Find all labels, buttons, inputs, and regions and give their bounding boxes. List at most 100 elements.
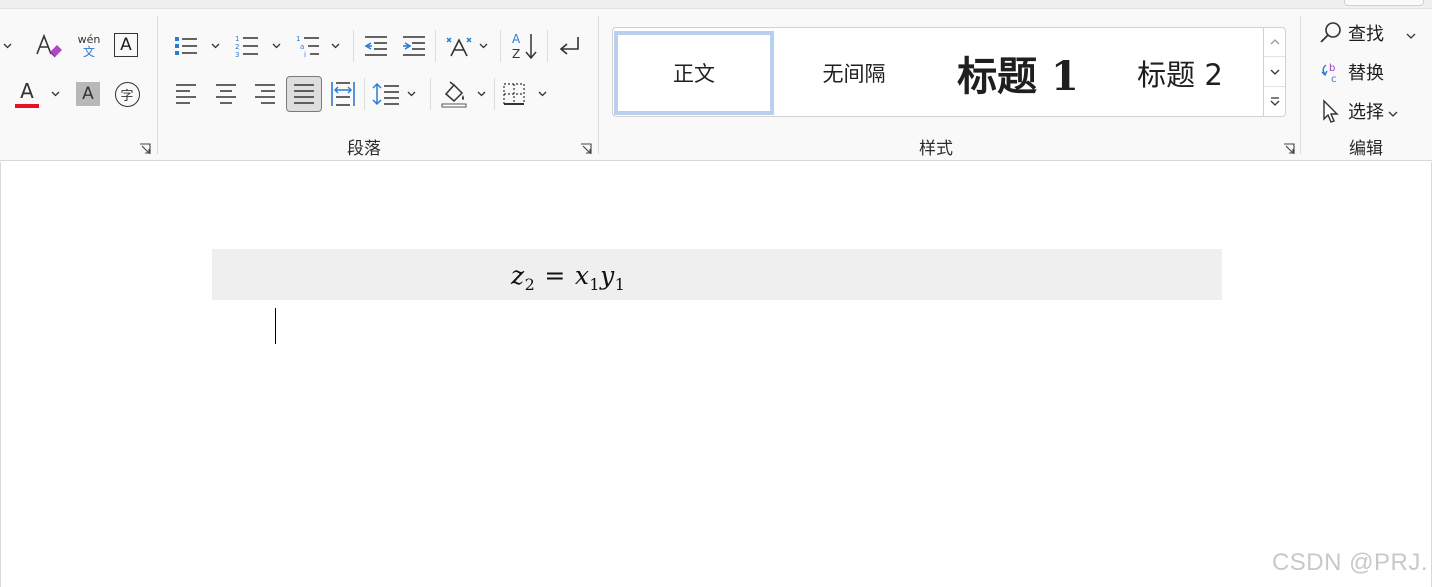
style-heading-1[interactable]: 标题 1 [933, 31, 1103, 115]
decrease-indent-icon [364, 36, 387, 56]
eq-equals: = [544, 261, 566, 290]
svg-text:1: 1 [235, 35, 239, 43]
increase-indent-button[interactable] [400, 32, 428, 60]
enclose-characters-icon: 字 [114, 81, 140, 107]
clear-formatting-icon [36, 33, 62, 58]
styles-gallery: 正文 无间隔 标题 1 标题 2 [612, 27, 1286, 117]
watermark: CSDN @PRJ. [1271, 549, 1428, 576]
decrease-indent-button[interactable] [362, 32, 390, 60]
equation[interactable]: z2 = x1y1 [511, 261, 625, 294]
select-button[interactable]: 选择 [1318, 98, 1398, 124]
shading-dropdown-caret[interactable] [476, 89, 486, 99]
chinese-layout-icon [446, 37, 472, 57]
style-normal[interactable]: 正文 [614, 31, 774, 115]
align-right-button[interactable] [251, 80, 279, 108]
styles-dialog-launcher-icon[interactable] [1283, 140, 1295, 154]
paragraph-group-label: 段落 [347, 139, 381, 159]
gallery-more[interactable] [1264, 87, 1285, 116]
separator [547, 30, 548, 62]
numbering-dropdown-caret[interactable] [271, 41, 281, 51]
gallery-scroll-down[interactable] [1264, 58, 1285, 87]
sort-icon: A Z [512, 32, 537, 61]
borders-dropdown-caret[interactable] [537, 89, 547, 99]
enclose-characters-button[interactable]: 字 [113, 80, 141, 108]
align-left-button[interactable] [172, 80, 200, 108]
distributed-button[interactable] [328, 78, 358, 110]
separator [1300, 16, 1301, 154]
style-no-spacing[interactable]: 无间隔 [779, 31, 929, 115]
find-label: 查找 [1348, 24, 1384, 45]
bullets-icon [175, 37, 197, 55]
clear-formatting-button[interactable] [32, 30, 66, 62]
eq-y: y [600, 261, 615, 290]
font-dialog-launcher-icon[interactable] [139, 140, 151, 154]
separator [364, 78, 365, 110]
font-color-swatch [15, 103, 39, 108]
numbering-icon: 1 2 3 [235, 35, 258, 58]
separator [157, 16, 158, 154]
ribbon-tab-strip [0, 0, 1432, 9]
shading-button[interactable] [440, 78, 468, 110]
separator [353, 30, 354, 62]
style-heading-2-label: 标题 2 [1137, 58, 1223, 92]
align-center-button[interactable] [212, 80, 240, 108]
align-center-icon [216, 84, 236, 104]
phonetic-guide-pinyin: wén [77, 32, 101, 46]
svg-text:c: c [1331, 74, 1337, 84]
chinese-layout-dropdown-caret[interactable] [478, 41, 488, 51]
multilevel-list-button[interactable]: 1 a i [294, 32, 322, 60]
style-heading-2[interactable]: 标题 2 [1105, 31, 1255, 115]
share-button[interactable] [1344, 0, 1424, 6]
borders-button[interactable] [500, 80, 528, 108]
borders-icon [503, 83, 525, 105]
font-size-dropdown-caret[interactable] [2, 41, 12, 51]
multilevel-list-dropdown-caret[interactable] [330, 41, 340, 51]
show-paragraph-marks-button[interactable] [554, 32, 584, 60]
style-heading-1-label: 标题 1 [957, 53, 1079, 100]
bullets-dropdown-caret[interactable] [210, 41, 220, 51]
svg-text:1: 1 [296, 35, 300, 43]
phonetic-guide-button[interactable]: wén 文 [72, 30, 106, 62]
svg-text:b: b [1329, 63, 1335, 74]
style-no-spacing-label: 无间隔 [822, 62, 886, 86]
distributed-icon [331, 82, 355, 106]
font-color-dropdown-caret[interactable] [50, 89, 60, 99]
line-spacing-dropdown-caret[interactable] [406, 89, 416, 99]
chevron-down-icon [1270, 69, 1279, 75]
justify-button[interactable] [286, 76, 322, 112]
document-page[interactable]: z2 = x1y1 CSDN @PRJ. [0, 162, 1432, 587]
chinese-layout-button[interactable] [444, 32, 474, 60]
font-color-button[interactable]: A [12, 78, 42, 110]
align-right-icon [255, 84, 275, 104]
line-spacing-icon [372, 82, 399, 106]
character-border-button[interactable]: A [112, 31, 140, 59]
character-shading-button[interactable]: A [75, 81, 101, 107]
sort-button[interactable]: A Z [509, 30, 539, 62]
chevron-up-icon [1270, 39, 1279, 45]
align-left-icon [176, 84, 196, 104]
line-spacing-button[interactable] [371, 80, 401, 108]
bullets-button[interactable] [172, 32, 200, 60]
replace-button[interactable]: b c 替换 [1318, 59, 1384, 85]
character-border-icon: A [114, 33, 138, 57]
find-button[interactable]: 查找 [1318, 20, 1416, 46]
svg-text:Z: Z [512, 47, 520, 61]
gallery-scroll-up[interactable] [1264, 28, 1285, 57]
separator [435, 30, 436, 62]
increase-indent-icon [403, 36, 425, 56]
numbering-button[interactable]: 1 2 3 [233, 32, 261, 60]
paragraph-dialog-launcher-icon[interactable] [580, 140, 592, 154]
replace-icon: b c [1318, 59, 1344, 85]
separator [494, 78, 495, 110]
expand-gallery-icon [1270, 96, 1279, 106]
chevron-down-icon[interactable] [1406, 23, 1416, 44]
cursor-arrow-icon [1318, 98, 1344, 124]
character-shading-icon: A [76, 82, 100, 106]
chevron-down-icon[interactable] [1388, 101, 1398, 122]
separator [500, 30, 501, 62]
equation-block[interactable]: z2 = x1y1 [212, 249, 1222, 300]
svg-text:a: a [300, 43, 304, 51]
eq-x-subscript: 1 [589, 275, 601, 294]
style-normal-label: 正文 [673, 62, 715, 86]
svg-text:2: 2 [235, 43, 239, 51]
